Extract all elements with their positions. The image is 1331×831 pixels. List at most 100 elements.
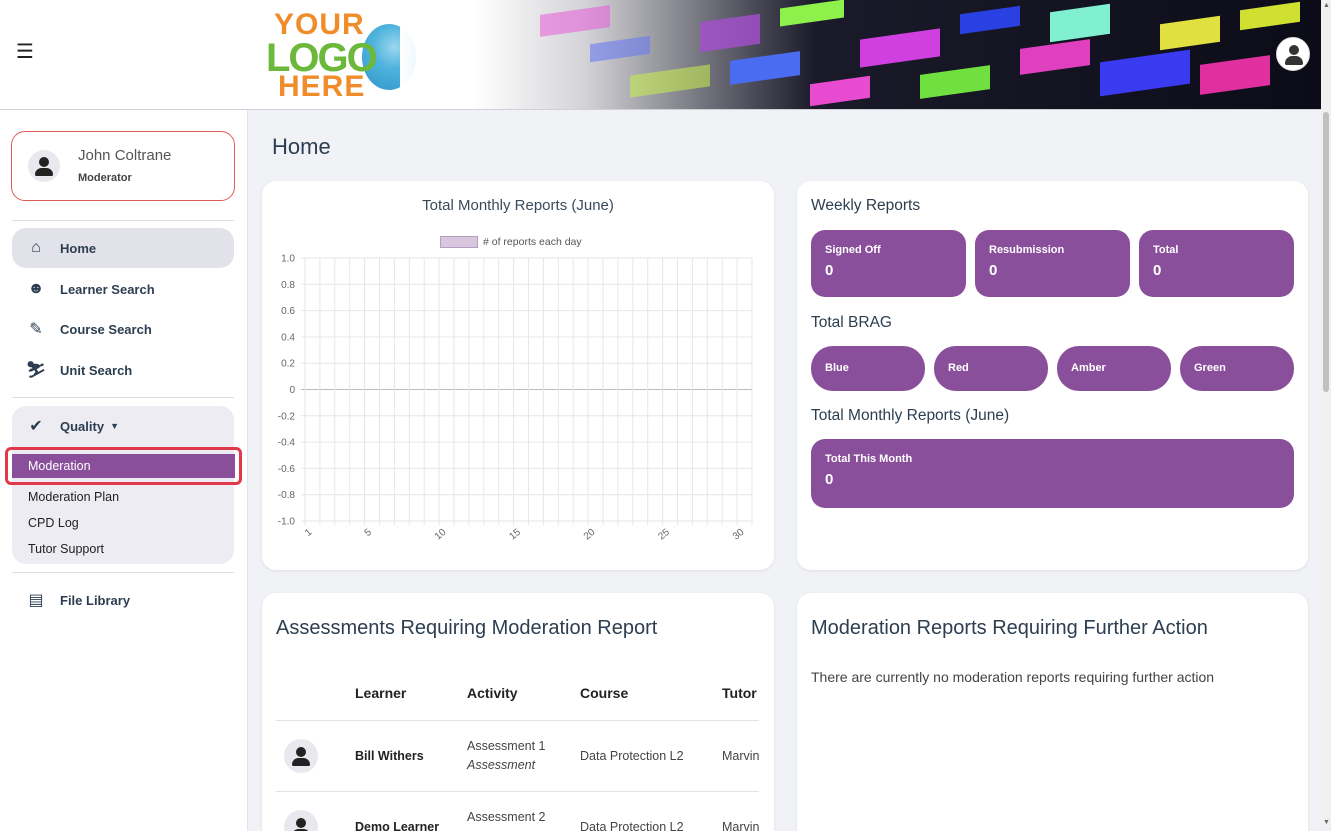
sidebar: John Coltrane Moderator ⌂ Home ☻ Learner… [0,110,248,831]
sidebar-item-label: Course Search [60,321,152,337]
sidebar-item-quality[interactable]: ✔ Quality ▼ [12,406,234,446]
cell-course: Data Protection L2 [580,820,684,831]
x-tick-label: 15 [507,527,523,543]
x-tick-label: 5 [363,527,375,539]
x-tick-label: 10 [433,527,449,543]
account-avatar-button[interactable] [1276,37,1310,71]
col-course[interactable]: Course [580,685,628,701]
user-name: John Coltrane [78,147,172,164]
header-banner [400,0,1321,109]
caret-down-icon: ▼ [110,421,119,431]
quality-group: ✔ Quality ▼ Moderation Plan CPD Log Tuto… [12,406,234,564]
cell-activity-type: Assessment [467,758,536,772]
y-tick-label: -0.8 [278,490,296,501]
sidebar-item-course-search[interactable]: ✎ Course Search [12,309,234,349]
sidebar-item-unit-search[interactable]: ⛷ Unit Search [12,350,234,390]
logo-line-3: HERE [278,70,366,103]
page-scrollbar[interactable]: ▲ ▼ [1321,0,1331,831]
cell-course: Data Protection L2 [580,749,684,763]
sidebar-divider [12,572,234,573]
selection-highlight [5,447,242,485]
total-brag-title: Total BRAG [811,314,892,331]
col-activity[interactable]: Activity [467,685,518,701]
y-tick-label: 0.4 [281,332,295,343]
tile-resubmission[interactable]: Resubmission 0 [975,230,1130,297]
graduation-icon: ✎ [29,321,43,338]
tile-value: 0 [825,262,834,279]
brag-label: Green [1194,362,1226,374]
cell-tutor: Marvin [722,820,760,831]
y-tick-label: 0.2 [281,359,295,370]
col-tutor[interactable]: Tutor [722,685,757,701]
app-header: ☰ YOUR LOGO HERE [0,0,1321,110]
monthly-chart-card: Total Monthly Reports (June) # of report… [262,181,774,570]
hamburger-icon[interactable]: ☰ [16,42,34,62]
cell-learner[interactable]: Bill Withers [355,749,424,763]
tile-value: 0 [1153,262,1162,279]
sidebar-item-home[interactable]: ⌂ Home [12,228,234,268]
sidebar-item-file-library[interactable]: ▤ File Library [12,580,234,620]
user-icon [296,818,306,828]
col-learner[interactable]: Learner [355,685,406,701]
tile-value: 0 [825,471,834,488]
sidebar-item-label: Unit Search [60,362,133,378]
user-icon [1289,45,1299,55]
assessments-card: Assessments Requiring Moderation Report … [262,593,774,831]
brag-green[interactable]: Green [1180,346,1294,391]
user-card[interactable]: John Coltrane Moderator [11,131,235,201]
tile-label: Signed Off [825,244,881,256]
tile-label: Total This Month [825,453,913,465]
assessments-title: Assessments Requiring Moderation Report [276,617,658,639]
sidebar-divider [12,397,234,398]
sidebar-item-label: File Library [60,592,131,608]
check-circle-icon: ✔ [29,418,43,435]
sidebar-item-label: Learner Search [60,281,155,297]
cell-learner[interactable]: Demo Learner [355,820,439,831]
cell-activity[interactable]: Assessment 2 [467,810,546,824]
brag-amber[interactable]: Amber [1057,346,1171,391]
sidebar-subitem-tutor-support[interactable]: Tutor Support [28,542,104,556]
tile-label: Total [1153,244,1179,256]
moderation-action-card: Moderation Reports Requiring Further Act… [797,593,1308,831]
brag-red[interactable]: Red [934,346,1048,391]
user-icon [296,747,306,757]
y-tick-label: -1.0 [278,517,296,528]
skier-icon: ⛷ [25,362,47,379]
learner-avatar [284,810,318,831]
y-tick-label: 0 [289,385,295,396]
books-icon: ▤ [28,592,44,609]
scroll-up-arrow[interactable]: ▲ [1323,2,1330,9]
x-tick-label: 25 [656,527,672,543]
sidebar-subitem-cpd-log[interactable]: CPD Log [28,516,79,530]
brag-blue[interactable]: Blue [811,346,925,391]
sidebar-item-label: Home [60,240,97,256]
user-avatar [28,150,60,182]
scrollbar-thumb[interactable] [1323,112,1329,392]
weekly-reports-card: Weekly Reports Signed Off 0 Resubmission… [797,181,1308,570]
cell-activity[interactable]: Assessment 1 [467,739,546,753]
sidebar-divider [12,220,234,221]
table-divider [276,791,759,792]
learner-avatar [284,739,318,773]
weekly-reports-title: Weekly Reports [811,197,921,214]
chart-plot: 1.00.80.60.40.20-0.2-0.4-0.6-0.8-1.01 5 10… [278,254,753,543]
home-icon: ⌂ [31,239,41,256]
x-tick-label: 30 [731,527,747,543]
sidebar-item-label: Quality [60,418,105,434]
brag-label: Amber [1071,362,1106,374]
logo[interactable]: YOUR LOGO HERE [266,8,416,103]
x-tick-label: 20 [582,527,598,543]
tile-signed-off[interactable]: Signed Off 0 [811,230,966,297]
tile-total[interactable]: Total 0 [1139,230,1294,297]
y-tick-label: -0.6 [278,464,296,475]
moderation-empty-message: There are currently no moderation report… [811,669,1215,685]
sidebar-item-learner-search[interactable]: ☻ Learner Search [12,269,234,309]
sidebar-subitem-moderation-plan[interactable]: Moderation Plan [28,490,119,504]
moderation-action-title: Moderation Reports Requiring Further Act… [811,617,1208,639]
scroll-down-arrow[interactable]: ▼ [1323,819,1330,826]
tile-total-this-month[interactable]: Total This Month 0 [811,439,1294,508]
user-icon [39,157,49,167]
monthly-reports-title: Total Monthly Reports (June) [811,407,1010,424]
x-tick-label: 1 [303,527,315,539]
y-tick-label: -0.4 [278,438,296,449]
